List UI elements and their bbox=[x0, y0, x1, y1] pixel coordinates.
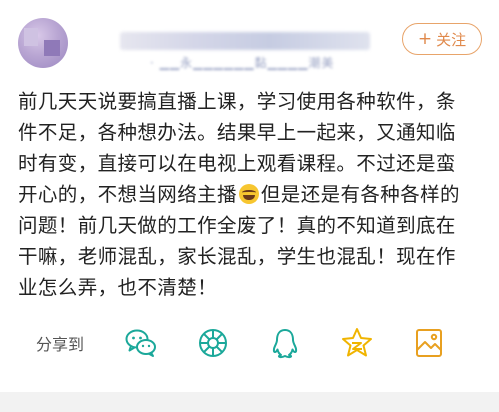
section-divider bbox=[0, 392, 499, 412]
follow-label: 关注 bbox=[436, 30, 467, 49]
post-line: 业怎么弄，也不清楚！ bbox=[18, 276, 218, 299]
username-text[interactable]: · ▁▁永▁▁▁▁▁▁黏▁▁▁▁潮美 bbox=[150, 54, 334, 71]
post-line: 干嘛，老师混乱，家长混乱，学生也混乱！现在作 bbox=[18, 245, 456, 268]
post-header: · ▁▁永▁▁▁▁▁▁黏▁▁▁▁潮美 + 关注 bbox=[0, 0, 499, 78]
username-blurred[interactable] bbox=[120, 32, 370, 50]
post-line: 时有变，直接可以在电视上观看课程。不过还是蛮 bbox=[18, 152, 456, 175]
post-line: 问题！前几天做的工作全废了！真的不知道到底在 bbox=[18, 214, 456, 237]
plus-icon: + bbox=[417, 28, 433, 49]
post-line-part: 但是还是有各种各样的 bbox=[260, 183, 460, 206]
qq-icon[interactable] bbox=[268, 326, 302, 360]
post-line: 开心的，不想当网络主播 但是还是有各种各样的 bbox=[18, 179, 484, 210]
save-image-icon[interactable] bbox=[412, 326, 446, 360]
qzone-icon[interactable] bbox=[340, 326, 374, 360]
moments-icon[interactable] bbox=[196, 326, 230, 360]
wechat-icon[interactable] bbox=[124, 326, 158, 360]
post-text: 前几天天说要搞直播上课，学习使用各种软件，条 件不足，各种想办法。结果早上一起来… bbox=[18, 86, 484, 303]
post-line: 件不足，各种想办法。结果早上一起来，又通知临 bbox=[18, 121, 456, 144]
post-line-part: 开心的，不想当网络主播 bbox=[18, 183, 237, 206]
follow-button[interactable]: + 关注 bbox=[402, 23, 482, 55]
share-bar: 分享到 bbox=[0, 318, 499, 366]
laugh-cry-emoji-icon bbox=[238, 184, 259, 204]
share-label: 分享到 bbox=[36, 335, 85, 354]
avatar[interactable] bbox=[18, 18, 68, 68]
post-line: 前几天天说要搞直播上课，学习使用各种软件，条 bbox=[18, 90, 456, 113]
